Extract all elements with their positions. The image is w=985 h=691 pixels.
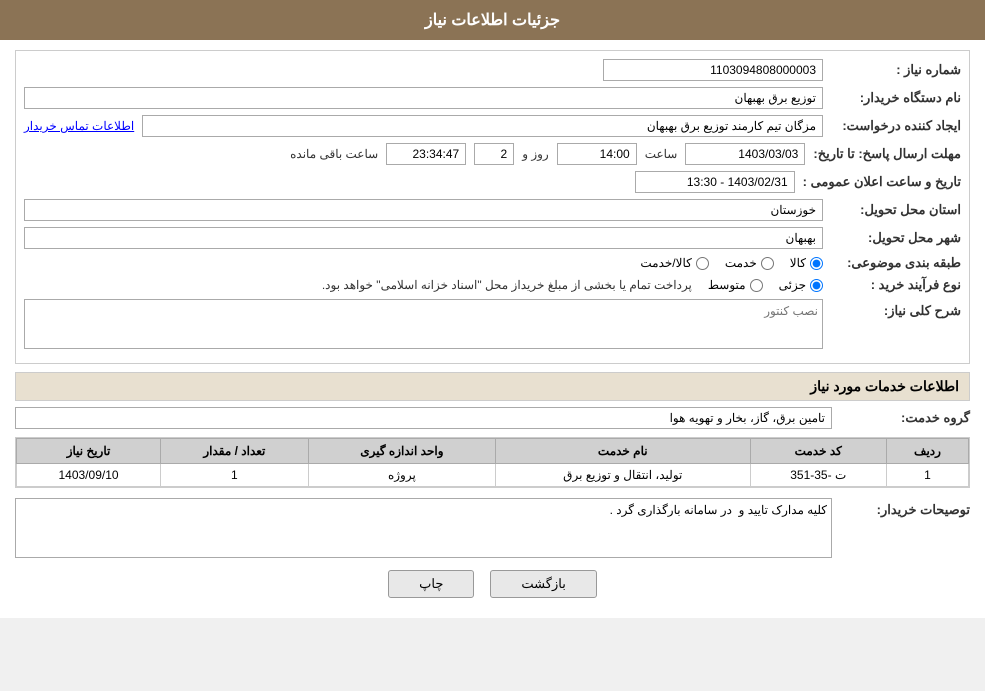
ijad-konande-label: ایجاد کننده درخواست: — [831, 118, 961, 134]
col-tedad: تعداد / مقدار — [161, 439, 309, 464]
baghimande-label: ساعت باقی مانده — [290, 147, 378, 161]
col-vahed: واحد اندازه گیری — [308, 439, 495, 464]
content-area: شماره نیاز : نام دستگاه خریدار: ایجاد کن… — [0, 40, 985, 618]
ettelaat-tamas-link[interactable]: اطلاعات تماس خریدار — [24, 119, 134, 133]
ostan-mahal-row: استان محل تحویل: — [24, 199, 961, 221]
shomare-niaz-input[interactable] — [603, 59, 823, 81]
ijad-konande-row: ایجاد کننده درخواست: اطلاعات تماس خریدار — [24, 115, 961, 137]
mohlat-ersalrow: مهلت ارسال پاسخ: تا تاریخ: ساعت روز و سا… — [24, 143, 961, 165]
tabaqe-bandi-row: طبقه بندی موضوعی: کالا خدمت کالا/خدمت — [24, 255, 961, 271]
services-title: اطلاعات خدمات مورد نیاز — [15, 372, 970, 401]
grohe-khedmat-input[interactable] — [15, 407, 832, 429]
sharh-koli-row: شرح کلی نیاز: — [24, 299, 961, 349]
noe-farayand-label: نوع فرآیند خرید : — [831, 277, 961, 293]
shahr-mahal-label: شهر محل تحویل: — [831, 230, 961, 246]
col-tarikh: تاریخ نیاز — [17, 439, 161, 464]
tosaziha-label: توصیحات خریدار: — [840, 498, 970, 518]
tosaziha-row: توصیحات خریدار: — [15, 498, 970, 558]
noe-farayand-row: نوع فرآیند خرید : جزئی متوسط پرداخت تمام… — [24, 277, 961, 293]
tabaqe-khedmat-radio[interactable] — [761, 257, 774, 270]
services-table-container: ردیف کد خدمت نام خدمت واحد اندازه گیری ت… — [15, 437, 970, 488]
shahr-mahal-row: شهر محل تحویل: — [24, 227, 961, 249]
farayand-motevaset-option[interactable]: متوسط — [708, 278, 763, 292]
tabaqe-kala-option[interactable]: کالا — [790, 256, 823, 270]
tarikh-saat-elan-label: تاریخ و ساعت اعلان عمومی : — [803, 174, 961, 190]
sharh-koli-textarea[interactable] — [24, 299, 823, 349]
tabaqe-bandi-label: طبقه بندی موضوعی: — [831, 255, 961, 271]
grohe-khedmat-row: گروه خدمت: — [15, 407, 970, 429]
sharh-koli-label: شرح کلی نیاز: — [831, 299, 961, 319]
saat-input[interactable] — [557, 143, 637, 165]
noe-farayand-radio-group: جزئی متوسط پرداخت تمام یا بخشی از مبلغ خ… — [322, 278, 823, 292]
grohe-khedmat-label: گروه خدمت: — [840, 410, 970, 426]
services-section: اطلاعات خدمات مورد نیاز گروه خدمت: ردیف … — [15, 372, 970, 558]
print-button[interactable]: چاپ — [388, 570, 474, 598]
mohlat-ersal-label: مهلت ارسال پاسخ: تا تاریخ: — [813, 146, 961, 162]
farayand-jozii-option[interactable]: جزئی — [779, 278, 823, 292]
back-button[interactable]: بازگشت — [490, 570, 596, 598]
col-kod-khedmat: کد خدمت — [750, 439, 886, 464]
nam-dastgah-label: نام دستگاه خریدار: — [831, 90, 961, 106]
ostan-mahal-input[interactable] — [24, 199, 823, 221]
tabaqe-khedmat-option[interactable]: خدمت — [725, 256, 774, 270]
tabaqe-kala-khedmat-radio[interactable] — [696, 257, 709, 270]
page-container: جزئیات اطلاعات نیاز شماره نیاز : نام دست… — [0, 0, 985, 618]
shahr-mahal-input[interactable] — [24, 227, 823, 249]
noe-farayand-desc: پرداخت تمام یا بخشی از مبلغ خریداز محل "… — [322, 278, 692, 292]
main-form-section: شماره نیاز : نام دستگاه خریدار: ایجاد کن… — [15, 50, 970, 364]
nam-dastgah-input[interactable] — [24, 87, 823, 109]
tarikh-saat-elan-row: تاریخ و ساعت اعلان عمومی : — [24, 171, 961, 193]
buttons-row: بازگشت چاپ — [15, 570, 970, 598]
tarikh-saat-elan-input[interactable] — [635, 171, 795, 193]
roz-label: روز و — [522, 147, 549, 161]
saat-label: ساعت — [645, 147, 678, 161]
shomare-niaz-row: شماره نیاز : — [24, 59, 961, 81]
tosaziha-textarea[interactable] — [15, 498, 832, 558]
ijad-konande-input[interactable] — [142, 115, 823, 137]
page-title: جزئیات اطلاعات نیاز — [425, 12, 560, 29]
tabaqe-kala-khedmat-option[interactable]: کالا/خدمت — [640, 256, 708, 270]
nam-dastgah-row: نام دستگاه خریدار: — [24, 87, 961, 109]
shomare-niaz-label: شماره نیاز : — [831, 62, 961, 78]
table-header-row: ردیف کد خدمت نام خدمت واحد اندازه گیری ت… — [17, 439, 969, 464]
ostan-mahal-label: استان محل تحویل: — [831, 202, 961, 218]
baghimande-input[interactable] — [386, 143, 466, 165]
tabaqe-bandi-radio-group: کالا خدمت کالا/خدمت — [640, 256, 823, 270]
table-row: 1ت -35-351تولید، انتقال و توزیع برقپروژه… — [17, 464, 969, 487]
tabaqe-kala-radio[interactable] — [810, 257, 823, 270]
roz-input[interactable] — [474, 143, 514, 165]
farayand-motevaset-radio[interactable] — [750, 279, 763, 292]
col-radif: ردیف — [886, 439, 968, 464]
col-nam-khedmat: نام خدمت — [496, 439, 750, 464]
services-table: ردیف کد خدمت نام خدمت واحد اندازه گیری ت… — [16, 438, 969, 487]
tarikh-date-input[interactable] — [685, 143, 805, 165]
farayand-jozii-radio[interactable] — [810, 279, 823, 292]
page-header: جزئیات اطلاعات نیاز — [0, 0, 985, 40]
